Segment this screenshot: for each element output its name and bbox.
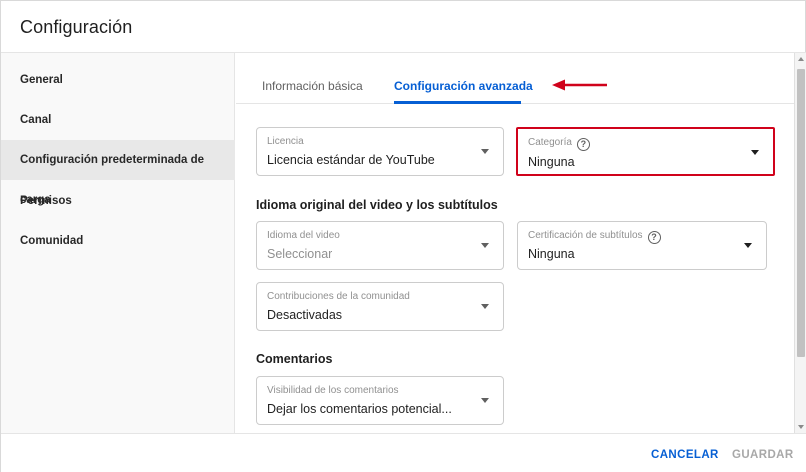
chevron-down-icon bbox=[751, 150, 759, 155]
category-value: Ninguna bbox=[528, 155, 575, 169]
cancel-button[interactable]: CANCELAR bbox=[651, 449, 719, 461]
help-circle-icon[interactable]: ? bbox=[576, 138, 590, 151]
active-tab-indicator bbox=[394, 101, 521, 104]
chevron-down-icon bbox=[481, 304, 489, 309]
license-label: Licencia bbox=[267, 136, 304, 147]
sidebar-item-community[interactable]: Comunidad bbox=[1, 221, 235, 261]
tab-basic-info[interactable]: Información básica bbox=[262, 79, 363, 93]
chevron-down-icon bbox=[481, 398, 489, 403]
comment-visibility-label: Visibilidad de los comentarios bbox=[267, 385, 399, 396]
sidebar-item-general[interactable]: General bbox=[1, 60, 235, 100]
chevron-down-icon bbox=[744, 243, 752, 248]
content-scrollbar[interactable] bbox=[794, 53, 806, 433]
sidebar-item-channel[interactable]: Canal bbox=[1, 100, 235, 140]
save-button[interactable]: GUARDAR bbox=[732, 449, 794, 461]
video-language-select[interactable]: Idioma del video Seleccionar bbox=[256, 221, 504, 270]
annotation-arrow-icon bbox=[552, 79, 607, 91]
comment-visibility-value: Dejar los comentarios potencial... bbox=[267, 402, 452, 416]
scroll-down-icon[interactable] bbox=[798, 425, 804, 429]
comment-visibility-select[interactable]: Visibilidad de los comentarios Dejar los… bbox=[256, 376, 504, 425]
dialog-footer: CANCELAR GUARDAR bbox=[1, 433, 806, 472]
settings-content: Información básica Configuración avanzad… bbox=[236, 53, 794, 433]
license-select[interactable]: Licencia Licencia estándar de YouTube bbox=[256, 127, 504, 176]
sidebar-item-upload-defaults[interactable]: Configuración predeterminada de carga bbox=[1, 140, 235, 206]
caption-certification-select[interactable]: Certificación de subtítulos? Ninguna bbox=[517, 221, 767, 270]
settings-sidebar: General Canal Configuración predetermina… bbox=[1, 53, 235, 433]
caption-certification-value: Ninguna bbox=[528, 247, 575, 261]
settings-dialog: Configuración General Canal Configuració… bbox=[0, 0, 806, 472]
tab-advanced-settings[interactable]: Configuración avanzada bbox=[394, 79, 533, 93]
scroll-thumb[interactable] bbox=[797, 69, 805, 357]
dialog-header: Configuración bbox=[1, 1, 806, 53]
video-language-value: Seleccionar bbox=[267, 247, 333, 261]
video-language-label: Idioma del video bbox=[267, 230, 340, 241]
category-select[interactable]: Categoría? Ninguna bbox=[516, 127, 775, 176]
chevron-down-icon bbox=[481, 149, 489, 154]
community-contributions-value: Desactivadas bbox=[267, 308, 343, 322]
category-label: Categoría bbox=[528, 137, 572, 148]
license-value: Licencia estándar de YouTube bbox=[267, 153, 435, 167]
caption-certification-label: Certificación de subtítulos bbox=[528, 230, 643, 241]
comments-section-title: Comentarios bbox=[256, 352, 333, 366]
community-contributions-select[interactable]: Contribuciones de la comunidad Desactiva… bbox=[256, 282, 504, 331]
chevron-down-icon bbox=[481, 243, 489, 248]
help-circle-icon[interactable]: ? bbox=[647, 231, 661, 244]
scroll-up-icon[interactable] bbox=[798, 57, 804, 61]
community-contributions-label: Contribuciones de la comunidad bbox=[267, 291, 410, 302]
dialog-title: Configuración bbox=[20, 17, 133, 37]
language-section-title: Idioma original del video y los subtítul… bbox=[256, 198, 498, 212]
sidebar-item-permissions[interactable]: Permisos bbox=[1, 181, 235, 221]
tab-bar: Información básica Configuración avanzad… bbox=[236, 53, 794, 104]
